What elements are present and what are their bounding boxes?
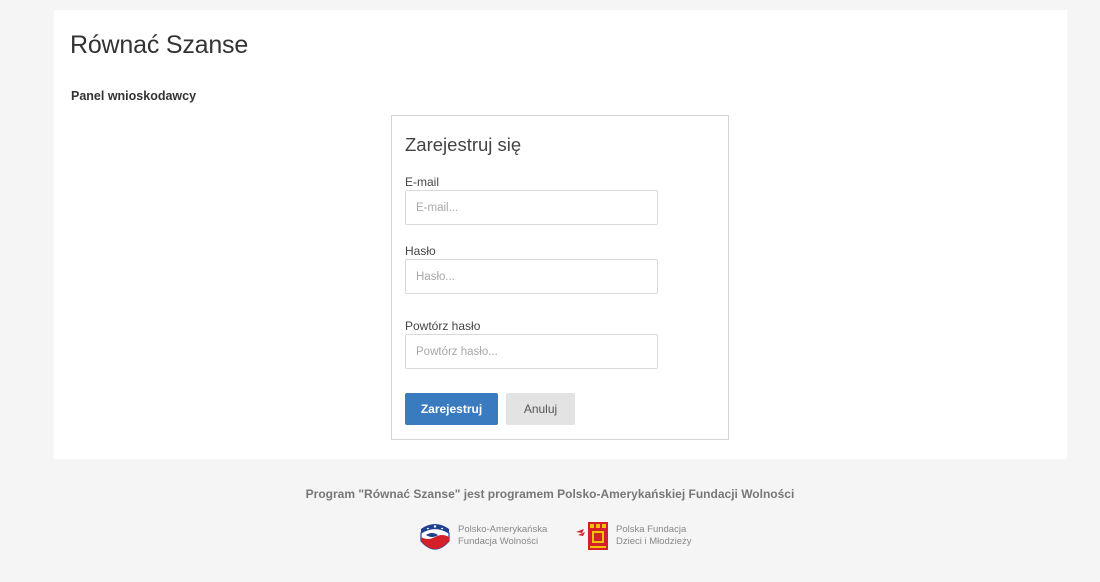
- panel-label: Panel wnioskodawcy: [71, 89, 197, 103]
- footer-text: Program "Równać Szanse" jest programem P…: [305, 487, 795, 501]
- password-repeat-input[interactable]: [405, 334, 658, 369]
- pfdim-emblem-icon: [576, 522, 608, 550]
- pfdim-logo-line1: Polska Fundacja: [616, 524, 687, 535]
- form-title: Zarejestruj się: [405, 134, 522, 155]
- cancel-button[interactable]: Anuluj: [506, 393, 575, 425]
- pfdim-logo-line2: Dzieci i Młodzieży: [616, 536, 692, 547]
- password-repeat-label: Powtórz hasło: [405, 319, 481, 333]
- email-input[interactable]: [405, 190, 658, 225]
- pafw-logo[interactable]: Polsko-Amerykańska Fundacja Wolności: [418, 518, 547, 554]
- password-input[interactable]: [405, 259, 658, 294]
- pafw-logo-line1: Polsko-Amerykańska: [458, 524, 548, 535]
- pfdim-logo[interactable]: Polska Fundacja Dzieci i Młodzieży: [574, 518, 692, 554]
- main-panel: Równać Szanse Panel wnioskodawcy Zarejes…: [54, 10, 1067, 459]
- password-label: Hasło: [405, 244, 436, 258]
- pafw-logo-line2: Fundacja Wolności: [458, 536, 539, 547]
- site-title: Równać Szanse: [70, 31, 249, 59]
- registration-form: Zarejestruj się E-mail Hasło Powtórz has…: [391, 115, 729, 440]
- register-button[interactable]: Zarejestruj: [405, 393, 498, 425]
- pafw-emblem-icon: [420, 524, 450, 550]
- email-label: E-mail: [405, 175, 440, 189]
